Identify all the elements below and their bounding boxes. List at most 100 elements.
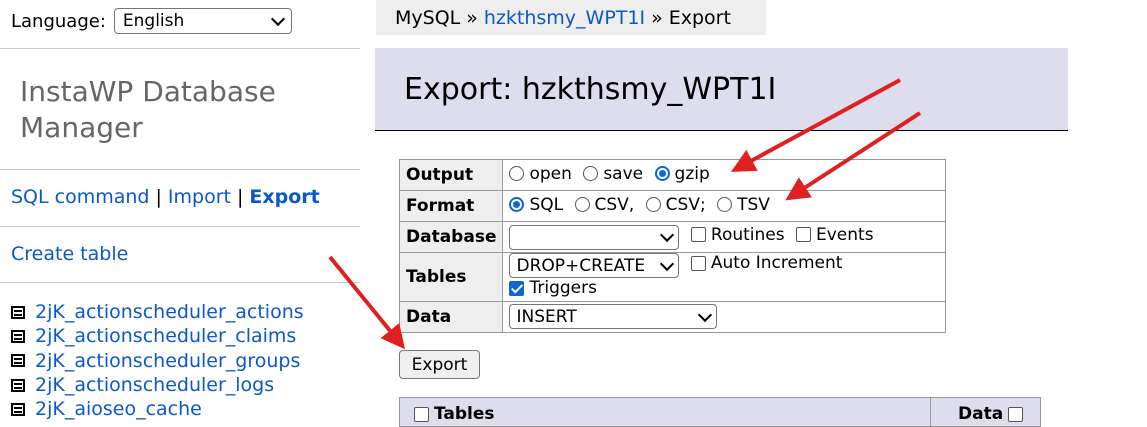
table-icon[interactable] — [11, 402, 25, 416]
divider — [0, 48, 360, 49]
page-title: Export: hzkthsmy_WPT1I — [404, 71, 777, 107]
select-all-data-checkbox[interactable] — [1008, 406, 1024, 422]
language-selector: Language: English — [11, 8, 292, 34]
breadcrumb-separator: » — [466, 6, 478, 29]
select-value: INSERT — [516, 306, 577, 327]
table-icon[interactable] — [11, 329, 25, 343]
sidebar-nav: SQL command | Import | Export — [11, 186, 320, 208]
data-header: Data — [958, 404, 1024, 424]
divider — [0, 282, 360, 283]
output-open-option[interactable]: open — [509, 163, 572, 184]
radio-button[interactable] — [583, 166, 599, 182]
select-value: DROP+CREATE — [516, 255, 646, 276]
sidebar: Language: English InstaWP Database Manag… — [0, 0, 360, 424]
triggers-option[interactable]: Triggers — [509, 278, 597, 298]
database-label: Database — [398, 221, 504, 253]
list-item: 2jK_actionscheduler_claims — [11, 324, 304, 348]
create-table-link[interactable]: Create table — [11, 243, 128, 265]
chevron-down-icon — [660, 256, 675, 271]
format-csv-comma-option[interactable]: CSV, — [574, 194, 635, 215]
tables-header: Tables — [414, 404, 495, 424]
language-select[interactable]: English — [113, 8, 292, 34]
chevron-down-icon — [270, 11, 285, 27]
table-icon[interactable] — [11, 378, 25, 392]
language-label: Language: — [11, 10, 106, 32]
import-link[interactable]: Import — [168, 186, 231, 208]
data-header-label: Data — [958, 404, 1004, 424]
checkbox[interactable] — [690, 255, 706, 271]
export-options-table: Output open save gzip Format SQL CSV, CS… — [398, 159, 947, 333]
option-label: open — [529, 163, 572, 184]
table-row: Format SQL CSV, CSV; TSV — [398, 190, 947, 222]
export-button[interactable]: Export — [399, 350, 480, 379]
auto-increment-option[interactable]: Auto Increment — [690, 253, 843, 273]
table-link[interactable]: 2jK_actionscheduler_actions — [35, 301, 304, 323]
page-header: Export: hzkthsmy_WPT1I — [375, 48, 1068, 131]
format-label: Format — [398, 190, 504, 222]
sql-command-link[interactable]: SQL command — [11, 186, 149, 208]
language-select-value: English — [122, 11, 185, 31]
routines-option[interactable]: Routines — [690, 224, 785, 245]
radio-button[interactable] — [574, 197, 590, 213]
option-label: Routines — [710, 224, 785, 245]
format-csv-semicolon-option[interactable]: CSV; — [645, 194, 706, 215]
radio-button[interactable] — [717, 197, 733, 213]
data-options: INSERT — [502, 300, 947, 333]
breadcrumb-separator: » — [651, 6, 663, 29]
events-option[interactable]: Events — [796, 225, 874, 245]
divider — [0, 226, 360, 227]
database-options: Routines Events — [502, 221, 947, 253]
format-options: SQL CSV, CSV; TSV — [502, 190, 947, 222]
database-select[interactable] — [509, 224, 680, 250]
table-link[interactable]: 2jK_actionscheduler_claims — [35, 325, 296, 347]
output-label: Output — [398, 159, 504, 191]
format-tsv-option[interactable]: TSV — [717, 195, 770, 215]
export-link[interactable]: Export — [249, 186, 319, 208]
option-label: TSV — [737, 194, 770, 215]
table-icon[interactable] — [11, 305, 25, 319]
breadcrumb-db-link[interactable]: hzkthsmy_WPT1I — [484, 7, 645, 29]
radio-button[interactable] — [509, 166, 525, 182]
output-options: open save gzip — [502, 159, 947, 191]
app-brand: InstaWP Database Manager — [20, 75, 276, 144]
tables-select[interactable]: DROP+CREATE — [509, 253, 680, 278]
option-label: SQL — [529, 194, 564, 215]
table-row: Data INSERT — [398, 300, 947, 333]
nav-separator: | — [155, 186, 162, 208]
option-label: CSV; — [665, 194, 706, 215]
column-divider — [930, 398, 931, 426]
option-label: Auto Increment — [710, 253, 843, 273]
format-sql-option[interactable]: SQL — [509, 195, 563, 215]
option-label: gzip — [674, 163, 710, 184]
radio-button[interactable] — [645, 197, 661, 213]
table-row: Database Routines Events — [398, 221, 947, 253]
option-label: save — [603, 163, 644, 184]
list-item: 2jK_actionscheduler_groups — [11, 349, 304, 373]
radio-button-selected[interactable] — [654, 166, 670, 182]
chevron-down-icon — [660, 227, 675, 243]
list-item: 2jK_actionscheduler_logs — [11, 373, 304, 397]
breadcrumb: MySQL » hzkthsmy_WPT1I » Export — [376, 0, 766, 35]
option-label: CSV, — [594, 194, 635, 215]
checkbox[interactable] — [690, 227, 706, 242]
checkbox-checked[interactable] — [509, 280, 525, 296]
output-gzip-option[interactable]: gzip — [654, 163, 710, 184]
table-link[interactable]: 2jK_actionscheduler_groups — [35, 350, 300, 372]
data-select[interactable]: INSERT — [509, 304, 718, 329]
table-link[interactable]: 2jK_aioseo_cache — [35, 398, 202, 420]
tables-label: Tables — [398, 252, 504, 302]
table-link[interactable]: 2jK_actionscheduler_logs — [35, 374, 274, 396]
table-row: Tables DROP+CREATE Auto Increment Trigge… — [398, 252, 947, 302]
divider — [0, 169, 360, 170]
breadcrumb-root: MySQL — [395, 6, 461, 29]
table-row: Output open save gzip — [398, 159, 947, 191]
select-all-tables-checkbox[interactable] — [414, 406, 429, 422]
table-list: 2jK_actionscheduler_actions 2jK_actionsc… — [11, 300, 304, 421]
table-icon[interactable] — [11, 354, 25, 368]
breadcrumb-current: Export — [668, 6, 731, 29]
output-save-option[interactable]: save — [583, 164, 643, 184]
chevron-down-icon — [698, 307, 713, 322]
option-label: Triggers — [529, 278, 597, 298]
checkbox[interactable] — [796, 227, 811, 242]
radio-button-selected[interactable] — [509, 197, 525, 213]
